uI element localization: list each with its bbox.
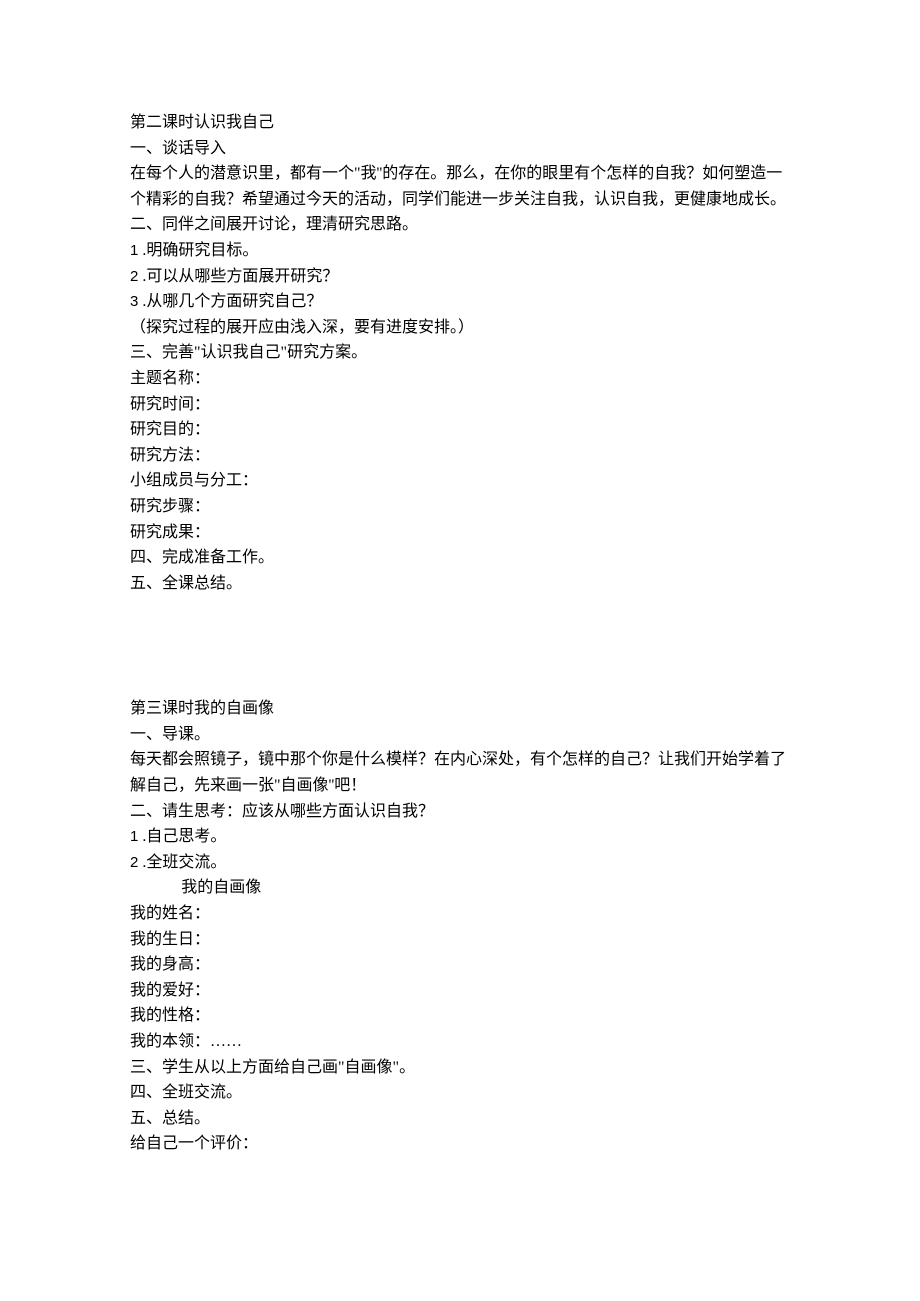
list-text: .可以从哪些方面展开研究？ (138, 268, 338, 285)
list-item-2: 2 .全班交流。 (130, 850, 790, 876)
section2-paragraph: 在每个人的潜意识里，都有一个"我''的存在。那么，在你的眼里有个怎样的自我？如何… (130, 161, 790, 212)
section2-h1: 一、谈话导入 (130, 136, 790, 162)
list-text: .全班交流。 (138, 854, 226, 871)
section3-h5: 五、总结。 (130, 1106, 790, 1132)
section3-h4: 四、全班交流。 (130, 1080, 790, 1106)
list-item-1: 1 .明确研究目标。 (130, 238, 790, 264)
section2-note: （探究过程的展开应由浅入深，要有进度安排。） (130, 315, 790, 341)
section3-h2: 二、请生思考：应该从哪些方面认识自我？ (130, 799, 790, 825)
field-research-purpose: 研究目的： (130, 417, 790, 443)
list-item-2: 2 .可以从哪些方面展开研究？ (130, 264, 790, 290)
list-text: .明确研究目标。 (138, 242, 258, 259)
field-my-name: 我的姓名： (130, 901, 790, 927)
section2-h2: 二、同伴之间展开讨论，理清研究思路。 (130, 212, 790, 238)
section3-subtitle: 我的自画像 (130, 875, 790, 901)
field-my-skill: 我的本领：…… (130, 1029, 790, 1055)
list-item-1: 1 .自己思考。 (130, 824, 790, 850)
field-my-height: 我的身高： (130, 952, 790, 978)
field-research-steps: 研究步骤： (130, 494, 790, 520)
section3-paragraph: 每天都会照镜子，镜中那个你是什么模样？在内心深处，有个怎样的自己？让我们开始学着… (130, 747, 790, 798)
section2-h5: 五、全课总结。 (130, 571, 790, 597)
section3-title: 第三课时我的自画像 (130, 696, 790, 722)
field-my-birthday: 我的生日： (130, 927, 790, 953)
field-group-members: 小组成员与分工： (130, 468, 790, 494)
section3-h1: 一、导课。 (130, 722, 790, 748)
section3-h3: 三、学生从以上方面给自己画"自画像"。 (130, 1055, 790, 1081)
document-page: 第二课时认识我自己 一、谈话导入 在每个人的潜意识里，都有一个"我''的存在。那… (0, 0, 920, 1301)
field-research-results: 研究成果： (130, 520, 790, 546)
section3-footer: 给自己一个评价： (130, 1131, 790, 1157)
list-item-3: 3 .从哪几个方面研究自己？ (130, 289, 790, 315)
section2-h4: 四、完成准备工作。 (130, 545, 790, 571)
field-topic-name: 主题名称： (130, 366, 790, 392)
section-gap (130, 596, 790, 696)
field-research-method: 研究方法： (130, 443, 790, 469)
field-research-time: 研究时间： (130, 392, 790, 418)
field-my-character: 我的性格： (130, 1003, 790, 1029)
list-text: .自己思考。 (138, 828, 226, 845)
section2-title: 第二课时认识我自己 (130, 110, 790, 136)
field-my-hobby: 我的爱好： (130, 978, 790, 1004)
section2-h3: 三、完善"认识我自己"研究方案。 (130, 340, 790, 366)
list-text: .从哪几个方面研究自己？ (138, 293, 322, 310)
